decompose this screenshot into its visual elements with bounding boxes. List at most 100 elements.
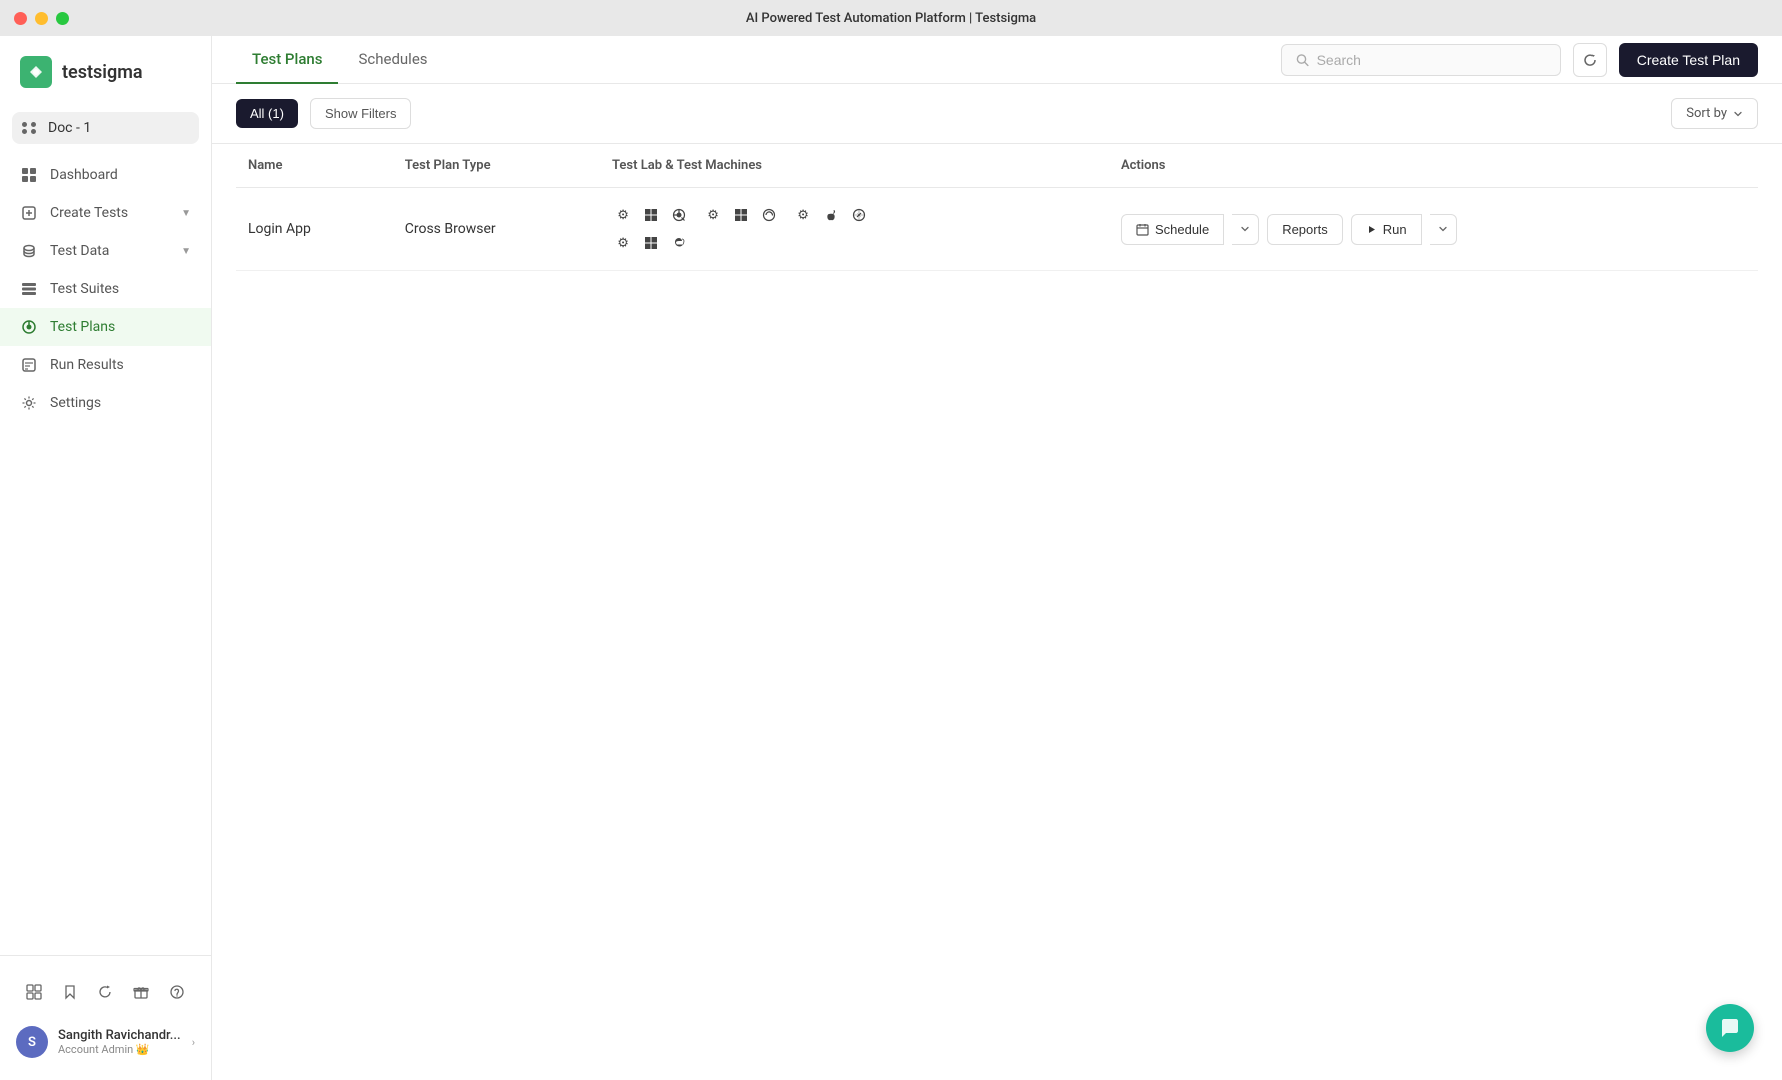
bookmark-button[interactable] [54,976,86,1008]
sidebar-item-label: Test Suites [50,281,119,297]
apple-icon [820,204,842,226]
sidebar-item-test-suites[interactable]: Test Suites [0,270,211,308]
search-box[interactable] [1281,44,1561,76]
toolbar: All (1) Show Filters Sort by [212,84,1782,144]
bottom-toolbar [0,968,211,1016]
firefox-icon [758,204,780,226]
user-role: Account Admin 👑 [58,1043,182,1056]
logo-text: testsigma [62,62,143,83]
sidebar-item-label: Settings [50,395,101,411]
test-plan-type: Cross Browser [405,221,496,237]
chevron-down-icon [1733,109,1743,119]
run-button[interactable]: Run [1351,214,1422,245]
test-data-icon [20,242,38,260]
test-plans-table: Name Test Plan Type Test Lab & Test Mach… [236,144,1758,271]
show-filters-button[interactable]: Show Filters [310,98,412,129]
machine-row-2: ⚙ [612,232,1097,254]
sort-by-label: Sort by [1686,106,1727,121]
sidebar-item-test-plans[interactable]: Test Plans [0,308,211,346]
sidebar-item-run-results[interactable]: Run Results [0,346,211,384]
avatar: S [16,1026,48,1058]
sidebar-bottom: S Sangith Ravichandr... Account Admin 👑 … [0,955,211,1080]
chevron-down-icon: ▼ [181,246,191,257]
create-test-plan-button[interactable]: Create Test Plan [1619,43,1758,77]
chat-icon [1719,1017,1741,1039]
refresh-icon [1583,53,1597,67]
search-icon [1296,53,1309,67]
calendar-icon [1136,223,1149,236]
sort-by-dropdown[interactable]: Sort by [1671,98,1758,129]
user-info: Sangith Ravichandr... Account Admin 👑 [58,1028,182,1056]
safari-icon [848,204,870,226]
schedule-button[interactable]: Schedule [1121,214,1224,245]
dashboard-icon [20,166,38,184]
workspace-label: Doc - 1 [48,120,91,136]
settings-icon [20,394,38,412]
tab-test-plans[interactable]: Test Plans [236,36,338,84]
gift-button[interactable] [125,976,157,1008]
sidebar-item-label: Test Data [50,243,109,259]
maximize-button[interactable] [56,12,69,25]
schedule-dropdown-button[interactable] [1232,214,1259,245]
machines-group: ⚙ [612,204,1097,254]
chevron-down-icon: ▼ [181,208,191,219]
refresh-button[interactable] [1573,43,1607,77]
col-header-name: Name [236,144,393,188]
help-button[interactable] [161,976,193,1008]
col-header-type: Test Plan Type [393,144,600,188]
run-dropdown-button[interactable] [1430,214,1457,245]
test-suites-icon [20,280,38,298]
table-row: Login App Cross Browser ⚙ [236,188,1758,271]
run-results-icon [20,356,38,374]
window-controls [14,12,69,25]
gear-icon: ⚙ [612,204,634,226]
gear-icon-3: ⚙ [792,204,814,226]
nav-items: Dashboard Create Tests ▼ [0,148,211,955]
col-header-lab: Test Lab & Test Machines [600,144,1109,188]
chat-button[interactable] [1706,1004,1754,1052]
user-chevron-icon: › [192,1036,195,1049]
table-container: Name Test Plan Type Test Lab & Test Mach… [212,144,1782,1080]
sidebar-item-label: Run Results [50,357,124,373]
user-section[interactable]: S Sangith Ravichandr... Account Admin 👑 … [0,1016,211,1068]
reports-button[interactable]: Reports [1267,214,1343,245]
actions-cell: Schedule Reports [1121,214,1746,245]
search-input[interactable] [1317,52,1546,68]
all-filter-button[interactable]: All (1) [236,99,298,128]
main-content: Test Plans Schedules [212,36,1782,1080]
windows-icon-2 [730,204,752,226]
window-title: AI Powered Test Automation Platform | Te… [746,11,1036,26]
minimize-button[interactable] [35,12,48,25]
windows-icon-3 [640,232,662,254]
header-tabs: Test Plans Schedules [212,36,1782,84]
tab-schedules[interactable]: Schedules [342,36,443,84]
close-button[interactable] [14,12,27,25]
windows-icon [640,204,662,226]
header-actions: Create Test Plan [1281,43,1758,77]
addons-button[interactable] [18,976,50,1008]
logo[interactable]: testsigma [0,36,211,108]
sidebar-item-dashboard[interactable]: Dashboard [0,156,211,194]
sidebar-item-label: Create Tests [50,205,128,221]
chevron-down-icon [1240,224,1250,234]
workspace-dots-icon [22,122,38,134]
create-tests-icon [20,204,38,222]
sidebar-item-label: Test Plans [50,319,115,335]
edge-icon [668,232,690,254]
chevron-down-icon [1438,224,1448,234]
sidebar: testsigma Doc - 1 Dashboard [0,36,212,1080]
machine-row-1: ⚙ [612,204,1097,226]
sidebar-item-create-tests[interactable]: Create Tests ▼ [0,194,211,232]
user-name: Sangith Ravichandr... [58,1028,182,1043]
sidebar-item-label: Dashboard [50,167,118,183]
test-plan-name[interactable]: Login App [248,221,311,237]
sidebar-item-test-data[interactable]: Test Data ▼ [0,232,211,270]
refresh-button[interactable] [89,976,121,1008]
sidebar-item-settings[interactable]: Settings [0,384,211,422]
logo-icon [20,56,52,88]
col-header-actions: Actions [1109,144,1758,188]
play-icon [1366,224,1377,235]
gear-icon-4: ⚙ [612,232,634,254]
test-plans-icon [20,318,38,336]
workspace-selector[interactable]: Doc - 1 [12,112,199,144]
